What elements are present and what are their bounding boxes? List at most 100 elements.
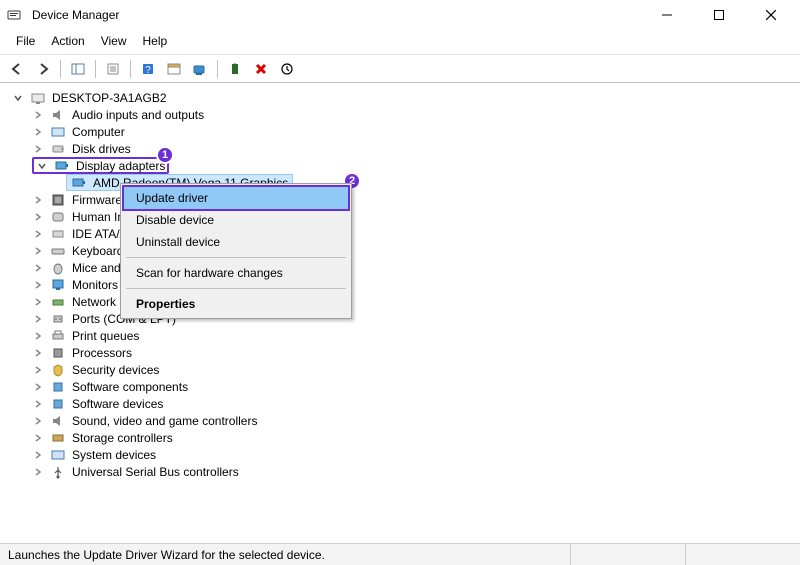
- system-icon: [50, 447, 66, 463]
- tree-item-label: System devices: [72, 448, 156, 462]
- statusbar: Launches the Update Driver Wizard for th…: [0, 543, 800, 565]
- device-manager-icon: [6, 7, 22, 23]
- processor-icon: [50, 345, 66, 361]
- keyboard-icon: [50, 243, 66, 259]
- help-button[interactable]: ?: [137, 58, 159, 80]
- context-menu: Update driver Disable device Uninstall d…: [120, 183, 352, 319]
- chevron-right-icon[interactable]: [32, 398, 44, 410]
- separator: [60, 60, 61, 78]
- menu-item-uninstall-device[interactable]: Uninstall device: [124, 231, 348, 253]
- menu-view[interactable]: View: [95, 32, 133, 50]
- statusbar-segment: [685, 544, 800, 565]
- tree-item-security[interactable]: Security devices: [6, 361, 794, 378]
- menu-file[interactable]: File: [10, 32, 41, 50]
- tree-item-display-adapters[interactable]: Display adapters 1: [6, 157, 794, 174]
- close-button[interactable]: [748, 1, 794, 29]
- tree-item-disk-drives[interactable]: Disk drives: [6, 140, 794, 157]
- titlebar: Device Manager: [0, 0, 800, 30]
- chevron-right-icon[interactable]: [32, 432, 44, 444]
- chevron-right-icon[interactable]: [32, 126, 44, 138]
- usb-icon: [50, 464, 66, 480]
- tree-item-storage[interactable]: Storage controllers: [6, 429, 794, 446]
- computer-icon: [50, 124, 66, 140]
- audio-icon: [50, 107, 66, 123]
- chevron-right-icon[interactable]: [32, 296, 44, 308]
- chevron-right-icon[interactable]: [32, 143, 44, 155]
- chevron-right-icon[interactable]: [32, 347, 44, 359]
- chevron-right-icon[interactable]: [32, 262, 44, 274]
- menu-item-update-driver[interactable]: Update driver: [122, 185, 350, 211]
- statusbar-segment: [570, 544, 685, 565]
- chevron-down-icon[interactable]: [36, 160, 48, 172]
- chevron-right-icon[interactable]: [32, 313, 44, 325]
- tree-item-label: Disk drives: [72, 142, 131, 156]
- tree-item-system[interactable]: System devices: [6, 446, 794, 463]
- tree-item-processors[interactable]: Processors: [6, 344, 794, 361]
- menu-action[interactable]: Action: [45, 32, 90, 50]
- tree-item-sound[interactable]: Sound, video and game controllers: [6, 412, 794, 429]
- disable-device-button[interactable]: [276, 58, 298, 80]
- tree-item-print-queues[interactable]: Print queues: [6, 327, 794, 344]
- uninstall-device-button[interactable]: [250, 58, 272, 80]
- tree-item-computer[interactable]: Computer: [6, 123, 794, 140]
- monitor-icon: [50, 277, 66, 293]
- tree-item-label: Monitors: [72, 278, 118, 292]
- chevron-right-icon[interactable]: [32, 466, 44, 478]
- disk-icon: [50, 141, 66, 157]
- tree-item-label: Display adapters: [76, 159, 165, 173]
- tree-item-sw-components[interactable]: Software components: [6, 378, 794, 395]
- tree-item-label: Security devices: [72, 363, 159, 377]
- minimize-button[interactable]: [644, 1, 690, 29]
- tree-item-label: Computer: [72, 125, 125, 139]
- show-hide-tree-button[interactable]: [67, 58, 89, 80]
- chevron-right-icon[interactable]: [32, 449, 44, 461]
- tree-item-usb[interactable]: Universal Serial Bus controllers: [6, 463, 794, 480]
- separator: [126, 257, 346, 258]
- tree-item-audio[interactable]: Audio inputs and outputs: [6, 106, 794, 123]
- tree-item-label: Storage controllers: [72, 431, 173, 445]
- chevron-right-icon[interactable]: [32, 415, 44, 427]
- tree-item-sw-devices[interactable]: Software devices: [6, 395, 794, 412]
- software-icon: [50, 379, 66, 395]
- computer-icon: [30, 90, 46, 106]
- update-driver-button[interactable]: [224, 58, 246, 80]
- chevron-right-icon[interactable]: [32, 228, 44, 240]
- chevron-right-icon[interactable]: [32, 364, 44, 376]
- chevron-down-icon[interactable]: [12, 92, 24, 104]
- network-icon: [50, 294, 66, 310]
- display-adapter-icon: [71, 175, 87, 191]
- sound-icon: [50, 413, 66, 429]
- firmware-icon: [50, 192, 66, 208]
- menu-item-scan[interactable]: Scan for hardware changes: [124, 262, 348, 284]
- separator: [130, 60, 131, 78]
- tree-root[interactable]: DESKTOP-3A1AGB2: [6, 89, 794, 106]
- maximize-button[interactable]: [696, 1, 742, 29]
- action-pane-button[interactable]: [163, 58, 185, 80]
- window-title: Device Manager: [28, 8, 638, 22]
- storage-icon: [50, 430, 66, 446]
- forward-button[interactable]: [32, 58, 54, 80]
- tree-item-label: Software devices: [72, 397, 163, 411]
- menu-help[interactable]: Help: [137, 32, 174, 50]
- properties-button[interactable]: [102, 58, 124, 80]
- chevron-right-icon[interactable]: [32, 211, 44, 223]
- tree-item-label: Audio inputs and outputs: [72, 108, 204, 122]
- security-icon: [50, 362, 66, 378]
- statusbar-text: Launches the Update Driver Wizard for th…: [0, 548, 570, 562]
- back-button[interactable]: [6, 58, 28, 80]
- tree-item-label: Software components: [72, 380, 188, 394]
- chevron-right-icon[interactable]: [32, 194, 44, 206]
- tree-item-label: Firmware: [72, 193, 122, 207]
- chevron-right-icon[interactable]: [32, 279, 44, 291]
- chevron-right-icon[interactable]: [32, 109, 44, 121]
- chevron-right-icon[interactable]: [32, 381, 44, 393]
- software-icon: [50, 396, 66, 412]
- controller-icon: [50, 226, 66, 242]
- menu-item-properties[interactable]: Properties: [124, 293, 348, 315]
- chevron-right-icon[interactable]: [32, 330, 44, 342]
- menu-item-disable-device[interactable]: Disable device: [124, 209, 348, 231]
- menubar: File Action View Help: [0, 30, 800, 55]
- tree-item-label: Processors: [72, 346, 132, 360]
- chevron-right-icon[interactable]: [32, 245, 44, 257]
- scan-hardware-button[interactable]: [189, 58, 211, 80]
